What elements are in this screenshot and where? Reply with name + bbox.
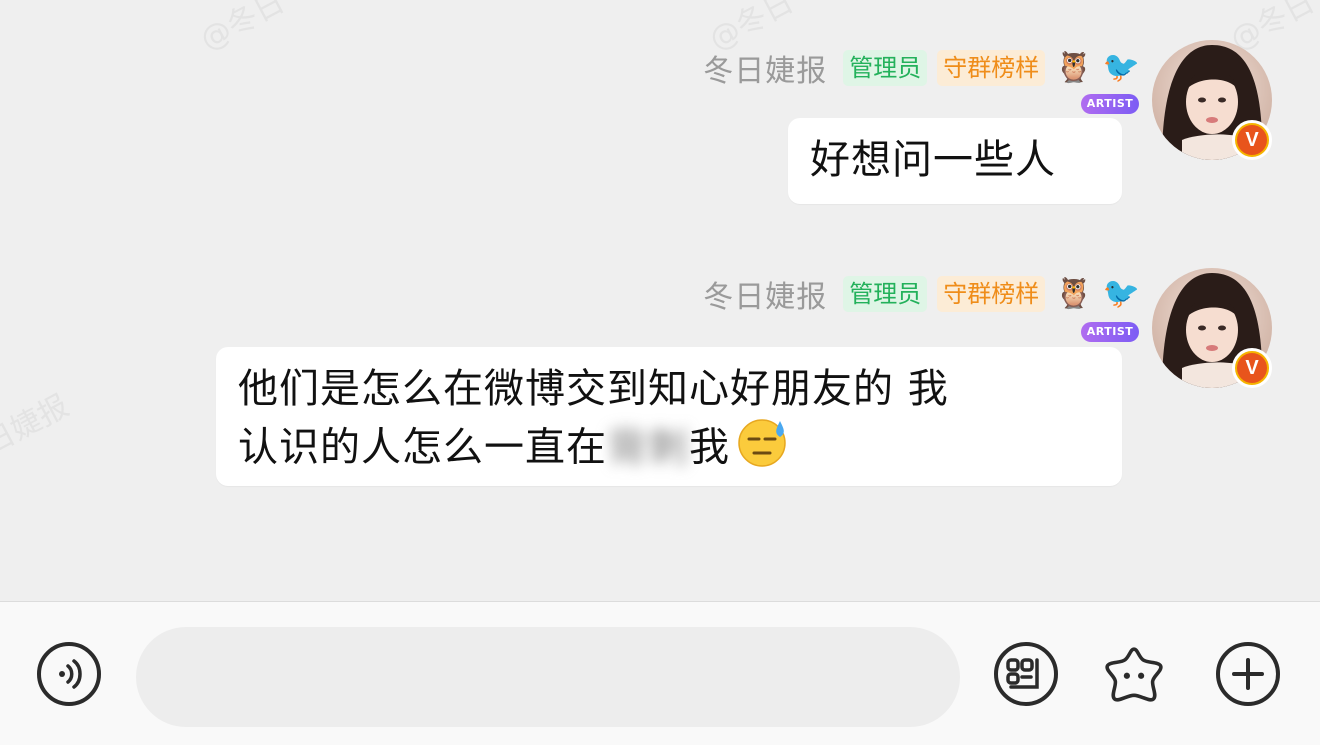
message-text: 好想问一些人 — [810, 137, 1056, 183]
admin-badge: 管理员 — [843, 50, 928, 86]
watermark-text: 日婕报 — [0, 388, 75, 462]
voice-icon — [59, 659, 82, 689]
plus-icon — [1232, 658, 1264, 690]
sticker-icon — [1105, 647, 1163, 702]
message-line: 认识的人怎么一直在背刺我 — [238, 417, 1100, 482]
keyboard-button[interactable] — [994, 642, 1058, 706]
sender-row: 冬日婕报 管理员 守群榜样 🦉 🐦 — [703, 46, 1140, 90]
watermark-text: @冬日 — [194, 0, 291, 58]
verified-badge: V — [1232, 348, 1272, 388]
artist-tag: ARTIST — [1081, 94, 1139, 114]
voice-button[interactable] — [37, 642, 101, 706]
admin-badge: 管理员 — [843, 276, 928, 312]
sender-row: 冬日婕报 管理员 守群榜样 🦉 🐦 — [703, 272, 1140, 316]
sticker-button[interactable] — [1102, 642, 1166, 706]
verified-mark: V — [1237, 125, 1267, 155]
owl-icon: 🦉 — [1055, 276, 1093, 311]
blurred-text: 背刺 — [607, 424, 689, 471]
role-badge: 守群榜样 — [937, 50, 1046, 86]
message-text: 认识的人怎么一直在 — [238, 424, 607, 471]
keyboard-icon — [1006, 658, 1039, 689]
role-badge: 守群榜样 — [937, 276, 1046, 312]
chat-area: @冬日 @冬日 @冬日 日婕报 冬日婕报 管理员 守群榜样 🦉 🐦 ARTIST — [0, 0, 1320, 601]
verified-badge: V — [1232, 120, 1272, 160]
sender-name[interactable]: 冬日婕报 — [703, 46, 827, 90]
message-bubble[interactable]: 好想问一些人 — [788, 118, 1122, 204]
message-bubble[interactable]: 他们是怎么在微博交到知心好朋友的 我 认识的人怎么一直在背刺我 — [216, 347, 1122, 486]
message-input[interactable] — [136, 627, 960, 727]
verified-mark: V — [1237, 353, 1267, 383]
bird-icon: 🐦 — [1102, 50, 1140, 85]
bird-icon: 🐦 — [1102, 276, 1140, 311]
artist-tag: ARTIST — [1081, 322, 1139, 342]
message-text: 我 — [689, 424, 730, 471]
plus-button[interactable] — [1216, 642, 1280, 706]
message-line: 他们是怎么在微博交到知心好朋友的 我 — [238, 366, 949, 412]
input-bar — [0, 601, 1320, 745]
sweat-emoji-icon — [736, 417, 792, 482]
owl-icon: 🦉 — [1055, 50, 1093, 85]
sender-name[interactable]: 冬日婕报 — [703, 272, 827, 316]
